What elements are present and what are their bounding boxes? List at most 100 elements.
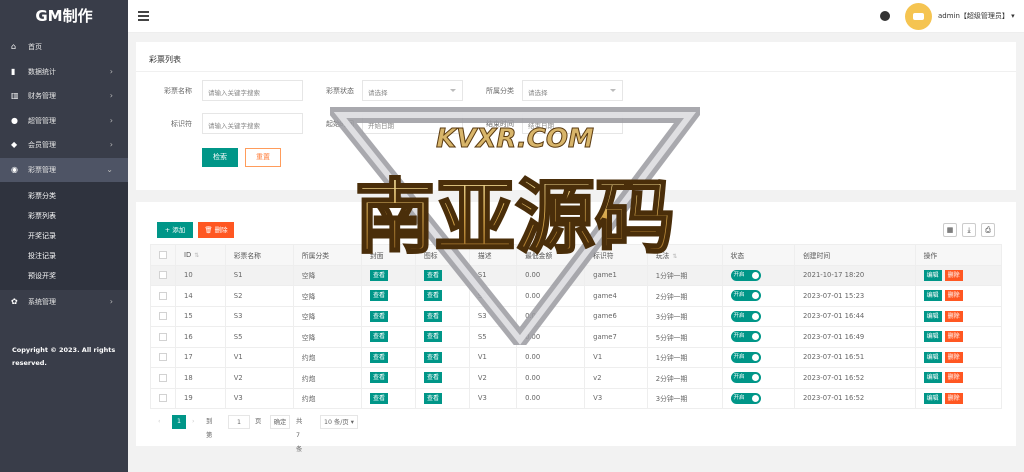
row-checkbox[interactable] xyxy=(159,373,167,382)
name-search-input[interactable]: 请输入关键字搜索 xyxy=(202,80,303,101)
sidebar-item-sidebar.items.3[interactable]: ● 超管管理 › xyxy=(0,109,128,134)
row-checkbox[interactable] xyxy=(159,353,167,362)
page-current[interactable]: 1 xyxy=(172,415,186,429)
view-icon-button[interactable]: 查看 xyxy=(423,269,442,281)
table-row[interactable]: 17 V1 约炮 查看 查看 V1 0.00 V1 1分钟一期 开启 2023-07-01 16:5… xyxy=(150,346,1003,368)
view-icon-button[interactable]: 查看 xyxy=(423,351,442,363)
status-toggle[interactable]: 开启 xyxy=(730,269,761,281)
edit-button[interactable]: 编辑 xyxy=(923,392,942,404)
columns-filter-icon[interactable]: ▦ xyxy=(943,223,957,237)
row-checkbox[interactable] xyxy=(159,312,167,321)
delete-button[interactable]: 删除 xyxy=(944,372,963,384)
page-input[interactable]: 1 xyxy=(228,415,250,429)
view-icon-button[interactable]: 查看 xyxy=(423,310,442,322)
sidebar-item-sidebar.items.1[interactable]: ▮ 数据统计 › xyxy=(0,60,128,85)
delete-button[interactable]: 删除 xyxy=(944,331,963,343)
column-header[interactable]: 玩法 ⇅ xyxy=(646,244,723,266)
row-checkbox[interactable] xyxy=(159,271,167,280)
theme-palette-icon[interactable] xyxy=(880,11,890,21)
table-row[interactable]: 16 S5 空降 查看 查看 S5 0.00 game7 5分钟一期 开启 2023-07-01 1… xyxy=(150,326,1003,348)
submenu-item[interactable]: 开奖记录 xyxy=(0,226,128,246)
delete-button[interactable]: 删除 xyxy=(944,351,963,363)
sidebar-item-sidebar.items.0[interactable]: ⌂ 首页 xyxy=(0,35,128,60)
view-cover-button[interactable]: 查看 xyxy=(369,310,388,322)
edit-button[interactable]: 编辑 xyxy=(923,372,942,384)
view-icon-button[interactable]: 查看 xyxy=(423,331,442,343)
row-checkbox-cell[interactable] xyxy=(150,387,176,409)
cell-play: 5分钟一期 xyxy=(646,326,723,348)
row-checkbox[interactable] xyxy=(159,332,167,341)
row-checkbox-cell[interactable] xyxy=(150,326,176,348)
next-page-icon[interactable]: › xyxy=(192,415,195,429)
column-header: 创建时间 xyxy=(793,244,916,266)
status-select[interactable]: 请选择 xyxy=(362,80,463,101)
status-toggle[interactable]: 开启 xyxy=(730,372,761,384)
table-row[interactable]: 19 V3 约炮 查看 查看 V3 0.00 V3 3分钟一期 开启 2023-07-01 16:5… xyxy=(150,387,1003,409)
delete-selected-button[interactable]: 🗑 删除 xyxy=(198,222,234,238)
row-checkbox-cell[interactable] xyxy=(150,264,176,286)
view-cover-button[interactable]: 查看 xyxy=(369,331,388,343)
view-cover-button[interactable]: 查看 xyxy=(369,290,388,302)
edit-button[interactable]: 编辑 xyxy=(923,310,942,322)
edit-button[interactable]: 编辑 xyxy=(923,331,942,343)
table-row[interactable]: 14 S2 空降 查看 查看 S2 0.00 game4 2分钟一期 开启 2023-07-01 1… xyxy=(150,285,1003,307)
avatar[interactable] xyxy=(905,3,932,30)
status-toggle[interactable]: 开启 xyxy=(730,310,761,322)
column-header[interactable]: ID ⇅ xyxy=(175,244,226,266)
view-cover-button[interactable]: 查看 xyxy=(369,351,388,363)
status-toggle[interactable]: 开启 xyxy=(730,392,761,404)
delete-button[interactable]: 删除 xyxy=(944,269,963,281)
sidebar-item-sidebar.system[interactable]: ✿ 系统管理 › xyxy=(0,290,128,315)
view-icon-button[interactable]: 查看 xyxy=(423,290,442,302)
delete-button[interactable]: 删除 xyxy=(944,392,963,404)
view-icon-button[interactable]: 查看 xyxy=(423,372,442,384)
view-cover-button[interactable]: 查看 xyxy=(369,372,388,384)
edit-button[interactable]: 编辑 xyxy=(923,269,942,281)
sidebar-item-sidebar.items.2[interactable]: ▥ 财务管理 › xyxy=(0,84,128,109)
submenu-item[interactable]: 投注记录 xyxy=(0,246,128,266)
tag-search-input[interactable]: 请输入关键字搜索 xyxy=(202,113,303,134)
submenu-item[interactable]: 预设开奖 xyxy=(0,266,128,286)
submenu-item[interactable]: 彩票分类 xyxy=(0,186,128,206)
row-checkbox-cell[interactable] xyxy=(150,346,176,368)
sort-icon[interactable]: ⇅ xyxy=(194,252,199,259)
sidebar-item-sidebar.items.5[interactable]: ◉ 彩票管理 ⌄ xyxy=(0,157,128,182)
menu-toggle-icon[interactable] xyxy=(138,11,149,23)
view-cover-button[interactable]: 查看 xyxy=(369,392,388,404)
page-confirm-button[interactable]: 确定 xyxy=(270,415,290,429)
end-date-input[interactable]: 结束日期 xyxy=(522,113,623,134)
row-checkbox[interactable] xyxy=(159,394,167,403)
reset-button[interactable]: 重置 xyxy=(245,148,281,167)
sidebar-item-sidebar.items.4[interactable]: ◆ 会员管理 › xyxy=(0,133,128,158)
edit-button[interactable]: 编辑 xyxy=(923,290,942,302)
edit-button[interactable]: 编辑 xyxy=(923,351,942,363)
cell-status: 开启 xyxy=(721,326,795,348)
row-checkbox-cell[interactable] xyxy=(150,305,176,327)
export-icon[interactable]: ⤓ xyxy=(962,223,976,237)
search-button[interactable]: 检索 xyxy=(202,148,238,167)
submenu-item[interactable]: 彩票列表 xyxy=(0,206,128,226)
view-icon-button[interactable]: 查看 xyxy=(423,392,442,404)
start-date-input[interactable]: 开始日期 xyxy=(362,113,463,134)
view-cover-button[interactable]: 查看 xyxy=(369,269,388,281)
page-size-select[interactable]: 10 条/页 ▾ xyxy=(320,415,358,429)
print-icon[interactable]: ⎙ xyxy=(981,223,995,237)
table-row[interactable]: 15 S3 空降 查看 查看 S3 0.00 game6 3分钟一期 开启 2023-07-01 1… xyxy=(150,305,1003,327)
status-toggle[interactable]: 开启 xyxy=(730,290,761,302)
prev-page-icon[interactable]: ‹ xyxy=(158,415,161,429)
delete-button[interactable]: 删除 xyxy=(944,290,963,302)
user-menu[interactable]: admin【超级管理员】 ▾ xyxy=(938,11,1015,21)
row-checkbox-cell[interactable] xyxy=(150,285,176,307)
row-checkbox[interactable] xyxy=(159,291,167,300)
select-all-checkbox[interactable] xyxy=(159,250,167,259)
table-row[interactable]: 10 S1 空降 查看 查看 S1 0.00 game1 1分钟一期 开启 2021-10-17 1… xyxy=(150,264,1003,286)
table-row[interactable]: 18 V2 约炮 查看 查看 V2 0.00 v2 2分钟一期 开启 2023-07-01 16:5… xyxy=(150,367,1003,389)
sort-icon[interactable]: ⇅ xyxy=(672,253,677,260)
row-checkbox-cell[interactable] xyxy=(150,367,176,389)
delete-button[interactable]: 删除 xyxy=(944,310,963,322)
select-all-cell[interactable] xyxy=(150,244,176,266)
category-select[interactable]: 请选择 xyxy=(522,80,623,101)
add-button[interactable]: + 添加 xyxy=(157,222,193,238)
status-toggle[interactable]: 开启 xyxy=(730,351,761,363)
status-toggle[interactable]: 开启 xyxy=(730,331,761,343)
